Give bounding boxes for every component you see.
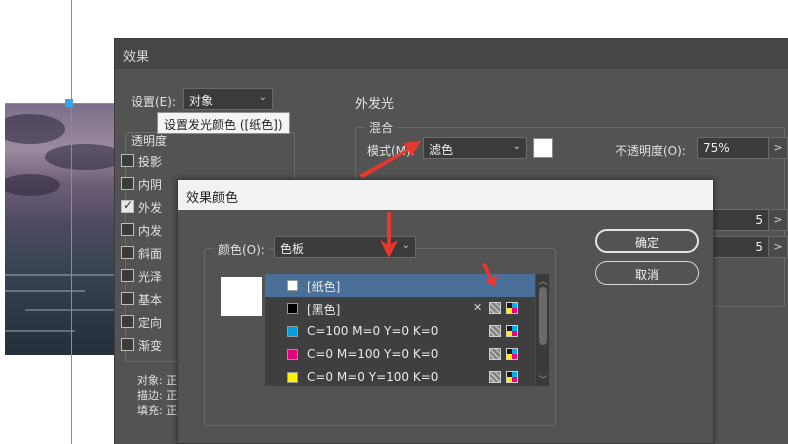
mode-select[interactable]: 滤色 ⌄ [423,137,527,159]
effect-label: 基本 [138,293,163,307]
size-stepper[interactable]: > [768,209,788,231]
annotation-arrow-mode [359,141,421,178]
blend-group-label: 混合 [365,119,398,136]
swatch-name: [黑色] [307,303,341,317]
settings-select-value: 对象 [189,94,214,108]
basic-feather-checkbox[interactable] [121,292,134,305]
spread-value: 5 [755,240,763,254]
transparency-label: 透明度 [131,134,168,148]
swatch-name: C=100 M=0 Y=0 K=0 [307,324,439,338]
swatch-name: C=0 M=100 Y=0 K=0 [307,347,439,361]
cmyk-icon [506,348,518,360]
effect-label: 外发 [138,201,163,215]
chevron-down-icon: ⌄ [401,240,410,251]
outer-glow-checkbox[interactable] [121,198,134,213]
swatch-row-black[interactable]: [黑色] ✕ [265,297,535,320]
cmyk-icon [506,325,518,337]
swatch-row-yellow[interactable]: C=0 M=0 Y=100 K=0 [265,366,535,386]
opacity-field[interactable]: 75% [697,137,769,159]
chevron-down-icon[interactable]: ﹀ [536,373,550,386]
effect-label: 内发 [138,224,163,238]
chevron-right-icon: > [773,240,783,253]
glow-color-tooltip: 设置发光颜色 ([纸色]) [157,112,290,134]
settings-select[interactable]: 对象 ⌄ [183,88,273,110]
satin-checkbox[interactable] [121,269,134,282]
annotation-arrow-color-type [380,212,398,258]
chevron-down-icon: ⌄ [258,92,267,103]
swatch-chip [287,326,298,337]
settings-label: 设置(E): [131,95,176,109]
swatch-chip [287,303,298,314]
opacity-label: 不透明度(O): [615,144,686,158]
color-preview-swatch [221,277,262,316]
swatch-list[interactable]: [纸色] [黑色] ✕ C=100 M=0 Y=0 K=0 C=0 M=100 … [265,274,549,386]
swatch-row-magenta[interactable]: C=0 M=100 Y=0 K=0 [265,343,535,366]
size-value: 5 [755,213,763,227]
drop-shadow-checkbox[interactable] [121,154,134,167]
effect-label: 斜面 [138,247,163,261]
process-color-icon [489,348,501,360]
ruler-guide[interactable] [71,0,72,444]
swatch-chip [287,372,298,383]
effect-label: 投影 [138,155,163,169]
effect-label: 内阴 [138,178,163,192]
bevel-checkbox[interactable] [121,246,134,259]
swatch-name: C=0 M=0 Y=100 K=0 [307,370,439,384]
cancel-button[interactable]: 取消 [595,261,699,285]
chevron-right-icon: > [773,141,783,154]
opacity-value: 75% [703,141,730,155]
glow-color-swatch[interactable] [533,138,553,158]
frame-edge [5,103,115,104]
mode-select-value: 滤色 [429,143,454,157]
summary-stroke: 描边: 正 [137,389,178,402]
opacity-stepper[interactable]: > [768,137,788,159]
cmyk-icon [506,371,518,383]
swatch-row-cyan[interactable]: C=100 M=0 Y=0 K=0 [265,320,535,343]
inner-shadow-checkbox[interactable] [121,177,134,190]
swatch-chip [287,349,298,360]
swatch-list-scrollbar[interactable]: ︿ ﹀ [535,274,549,386]
gradient-feather-checkbox[interactable] [121,338,134,351]
inner-glow-checkbox[interactable] [121,223,134,236]
effects-title: 效果 [123,50,150,65]
summary-object: 对象: 正 [137,374,178,387]
spread-stepper[interactable]: > [768,236,788,258]
directional-feather-checkbox[interactable] [121,315,134,328]
color-dialog-title: 效果颜色 [186,191,239,206]
effect-color-dialog: 效果颜色 颜色(O): 色板 ⌄ [纸色] [黑色] ✕ C=100 M=0 Y… [177,179,714,444]
effect-label: 定向 [138,316,163,330]
color-type-value: 色板 [280,242,305,256]
process-color-icon [489,371,501,383]
color-label: 颜色(O): [214,241,269,258]
effect-label: 渐变 [138,339,163,353]
process-color-icon [489,302,501,314]
annotation-arrow-paper [482,263,497,287]
cmyk-icon [506,302,518,314]
chevron-down-icon: ⌄ [512,141,521,152]
effects-title-bar[interactable]: 效果 [115,39,788,69]
effect-label: 光泽 [138,270,163,284]
color-dialog-title-bar[interactable]: 效果颜色 [178,180,713,210]
chevron-right-icon: > [773,213,783,226]
swatch-chip [287,280,298,291]
placed-photo[interactable] [5,104,115,355]
process-color-icon [489,325,501,337]
outer-glow-title: 外发光 [355,97,395,112]
ok-button[interactable]: 确定 [595,229,699,253]
chevron-up-icon[interactable]: ︿ [536,274,550,287]
summary-fill: 填充: 正 [137,404,178,417]
scroll-thumb[interactable] [539,287,547,345]
swatch-name: [纸色] [307,280,341,294]
no-edit-icon: ✕ [473,301,483,314]
